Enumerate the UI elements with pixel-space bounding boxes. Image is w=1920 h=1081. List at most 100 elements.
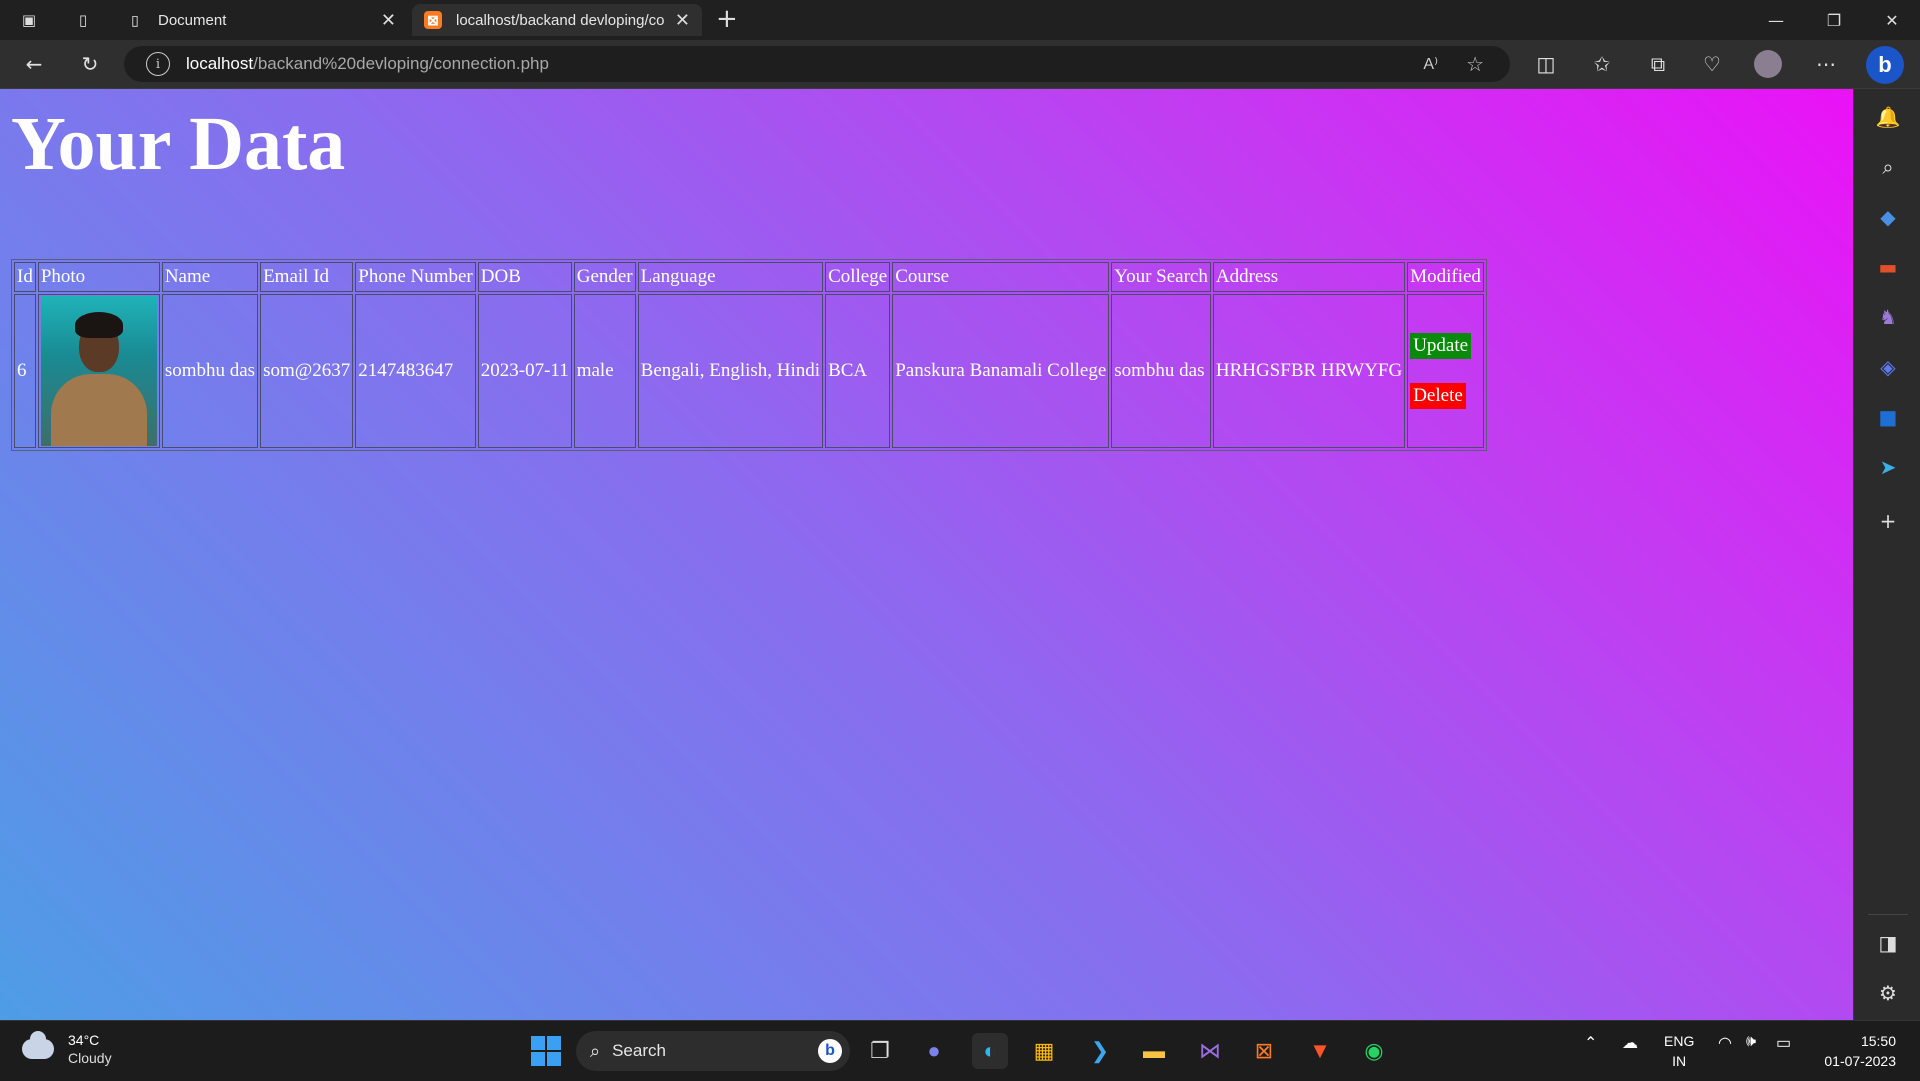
cell-college: BCA — [825, 294, 891, 448]
profile-avatar[interactable] — [1752, 48, 1784, 80]
start-button[interactable] — [528, 1033, 564, 1069]
visual-studio-icon[interactable]: ⋈ — [1192, 1033, 1228, 1069]
games-icon[interactable]: ♞ — [1874, 303, 1902, 331]
delete-button[interactable]: Delete — [1410, 383, 1466, 409]
browser-toolbar: ← ↻ i localhost/backand%20devloping/conn… — [0, 40, 1920, 89]
col-header: Gender — [573, 262, 636, 292]
cell-course: Panskura Banamali College — [892, 294, 1110, 448]
restore-button[interactable]: ❐ — [1806, 0, 1862, 40]
collections-icon[interactable]: ⧉ — [1642, 48, 1674, 80]
bing-copilot-button[interactable]: b — [1866, 46, 1904, 84]
col-header: Your Search — [1111, 262, 1211, 292]
favorites-icon[interactable]: ✩ — [1586, 48, 1618, 80]
col-header: Email Id — [260, 262, 354, 292]
clock-time: 15:50 — [1860, 1033, 1896, 1049]
split-screen-icon[interactable]: ◫ — [1530, 48, 1562, 80]
cell-name: sombhu das — [161, 294, 259, 448]
cell-dob: 2023-07-11 — [477, 294, 572, 448]
col-header: Modified — [1407, 262, 1484, 292]
data-table: Id Photo Name Email Id Phone Number DOB … — [11, 259, 1487, 451]
col-header: Phone Number — [355, 262, 476, 292]
settings-gear-icon[interactable]: ⚙ — [1874, 979, 1902, 1007]
store-icon[interactable]: ▦ — [1026, 1033, 1062, 1069]
col-header: Language — [637, 262, 824, 292]
xampp-icon[interactable]: ⊠ — [1246, 1033, 1282, 1069]
col-header: Id — [14, 262, 36, 292]
page-content: Your Data Id Photo Name Email Id Phone N… — [0, 89, 1853, 1020]
update-button[interactable]: Update — [1410, 333, 1472, 359]
clock-date: 01-07-2023 — [1824, 1053, 1896, 1069]
cell-search: sombhu das — [1111, 294, 1211, 448]
tab-actions-icon[interactable]: ▣ — [14, 5, 44, 35]
windows-logo-icon — [531, 1036, 561, 1066]
col-header: Address — [1212, 262, 1406, 292]
back-button[interactable]: ← — [18, 48, 50, 80]
close-icon[interactable]: ✕ — [381, 10, 396, 31]
read-aloud-icon[interactable]: A⁾ — [1423, 54, 1438, 74]
battery-icon[interactable]: ▭ — [1776, 1033, 1791, 1053]
col-header: College — [825, 262, 891, 292]
weather-widget[interactable]: 34°C Cloudy — [22, 1031, 112, 1067]
tab-connection[interactable]: ⊠ localhost/backand devloping/co ✕ — [412, 4, 702, 36]
tools-icon[interactable]: ▬ — [1874, 253, 1902, 281]
task-view-icon[interactable]: ❐ — [862, 1033, 898, 1069]
shopping-tag-icon[interactable]: ◆ — [1874, 203, 1902, 231]
add-icon[interactable]: + — [1874, 507, 1902, 535]
file-explorer-icon[interactable]: ▬ — [1136, 1033, 1172, 1069]
table-header-row: Id Photo Name Email Id Phone Number DOB … — [14, 262, 1484, 292]
col-header: Name — [161, 262, 259, 292]
url-path: /backand%20devloping/connection.php — [253, 54, 549, 73]
refresh-button[interactable]: ↻ — [74, 48, 106, 80]
onedrive-icon[interactable]: ☁ — [1622, 1033, 1638, 1053]
clock[interactable]: 15:50 01-07-2023 — [1824, 1031, 1896, 1071]
language-indicator[interactable]: ENG IN — [1664, 1031, 1694, 1071]
table-row: 6 sombhu das som@2637 2147483647 2023-07… — [14, 294, 1484, 448]
tab-document[interactable]: ▯ Document ✕ — [114, 4, 408, 36]
title-bar: ▣ ▯ ▯ Document ✕ ⊠ localhost/backand dev… — [0, 0, 1920, 40]
show-hidden-icons-icon[interactable]: ⌃ — [1584, 1033, 1597, 1053]
weather-desc: Cloudy — [68, 1050, 112, 1066]
workspaces-icon[interactable]: ▯ — [68, 5, 98, 35]
info-icon[interactable]: i — [146, 52, 170, 76]
col-header: Course — [892, 262, 1110, 292]
vscode-icon[interactable]: ❯ — [1082, 1033, 1118, 1069]
col-header: Photo — [37, 262, 160, 292]
hide-sidebar-icon[interactable]: ◨ — [1874, 929, 1902, 957]
lang-line1: ENG — [1664, 1033, 1695, 1049]
wifi-icon[interactable]: ◠ — [1718, 1033, 1732, 1053]
close-icon[interactable]: ✕ — [675, 10, 690, 31]
search-icon[interactable]: ⌕ — [1874, 153, 1902, 181]
teams-chat-icon[interactable]: ● — [916, 1033, 952, 1069]
drop-icon[interactable]: ➤ — [1874, 453, 1902, 481]
close-window-button[interactable]: ✕ — [1864, 0, 1920, 40]
cloud-icon — [22, 1031, 54, 1059]
volume-icon[interactable]: 🕪 — [1746, 1033, 1756, 1051]
cell-address: HRHGSFBR HRWYFG — [1212, 294, 1406, 448]
brave-icon[interactable]: ▼ — [1302, 1033, 1338, 1069]
browser-essentials-icon[interactable]: ♡ — [1696, 48, 1728, 80]
whatsapp-icon[interactable]: ◉ — [1356, 1033, 1392, 1069]
taskbar-search[interactable]: ⌕ Search b — [576, 1031, 850, 1071]
minimize-button[interactable]: — — [1748, 0, 1804, 40]
outlook-icon[interactable]: ■ — [1874, 403, 1902, 431]
more-menu-icon[interactable]: ⋯ — [1810, 48, 1842, 80]
bing-icon: b — [818, 1039, 842, 1063]
notifications-icon[interactable]: 🔔 — [1874, 103, 1902, 131]
taskbar: 34°C Cloudy ⌕ Search b ❐ ● ◐ ▦ ❯ ▬ ⋈ ⊠ ▼… — [0, 1020, 1920, 1081]
cell-gender: male — [573, 294, 636, 448]
address-bar[interactable]: i localhost/backand%20devloping/connecti… — [124, 46, 1510, 82]
sidebar-divider — [1868, 914, 1908, 915]
favorite-star-icon[interactable]: ☆ — [1466, 52, 1484, 77]
new-tab-button[interactable]: + — [716, 4, 738, 34]
lang-line2: IN — [1672, 1053, 1687, 1069]
cell-language: Bengali, English, Hindi — [637, 294, 824, 448]
edge-icon[interactable]: ◐ — [972, 1033, 1008, 1069]
search-label: Search — [612, 1041, 666, 1060]
page-title: Your Data — [11, 102, 346, 186]
xampp-icon: ⊠ — [424, 11, 442, 29]
copilot-icon[interactable]: ◈ — [1874, 353, 1902, 381]
url-host: localhost — [186, 54, 254, 73]
tab-title: Document — [158, 11, 227, 29]
cell-phone: 2147483647 — [355, 294, 476, 448]
cell-id: 6 — [14, 294, 36, 448]
